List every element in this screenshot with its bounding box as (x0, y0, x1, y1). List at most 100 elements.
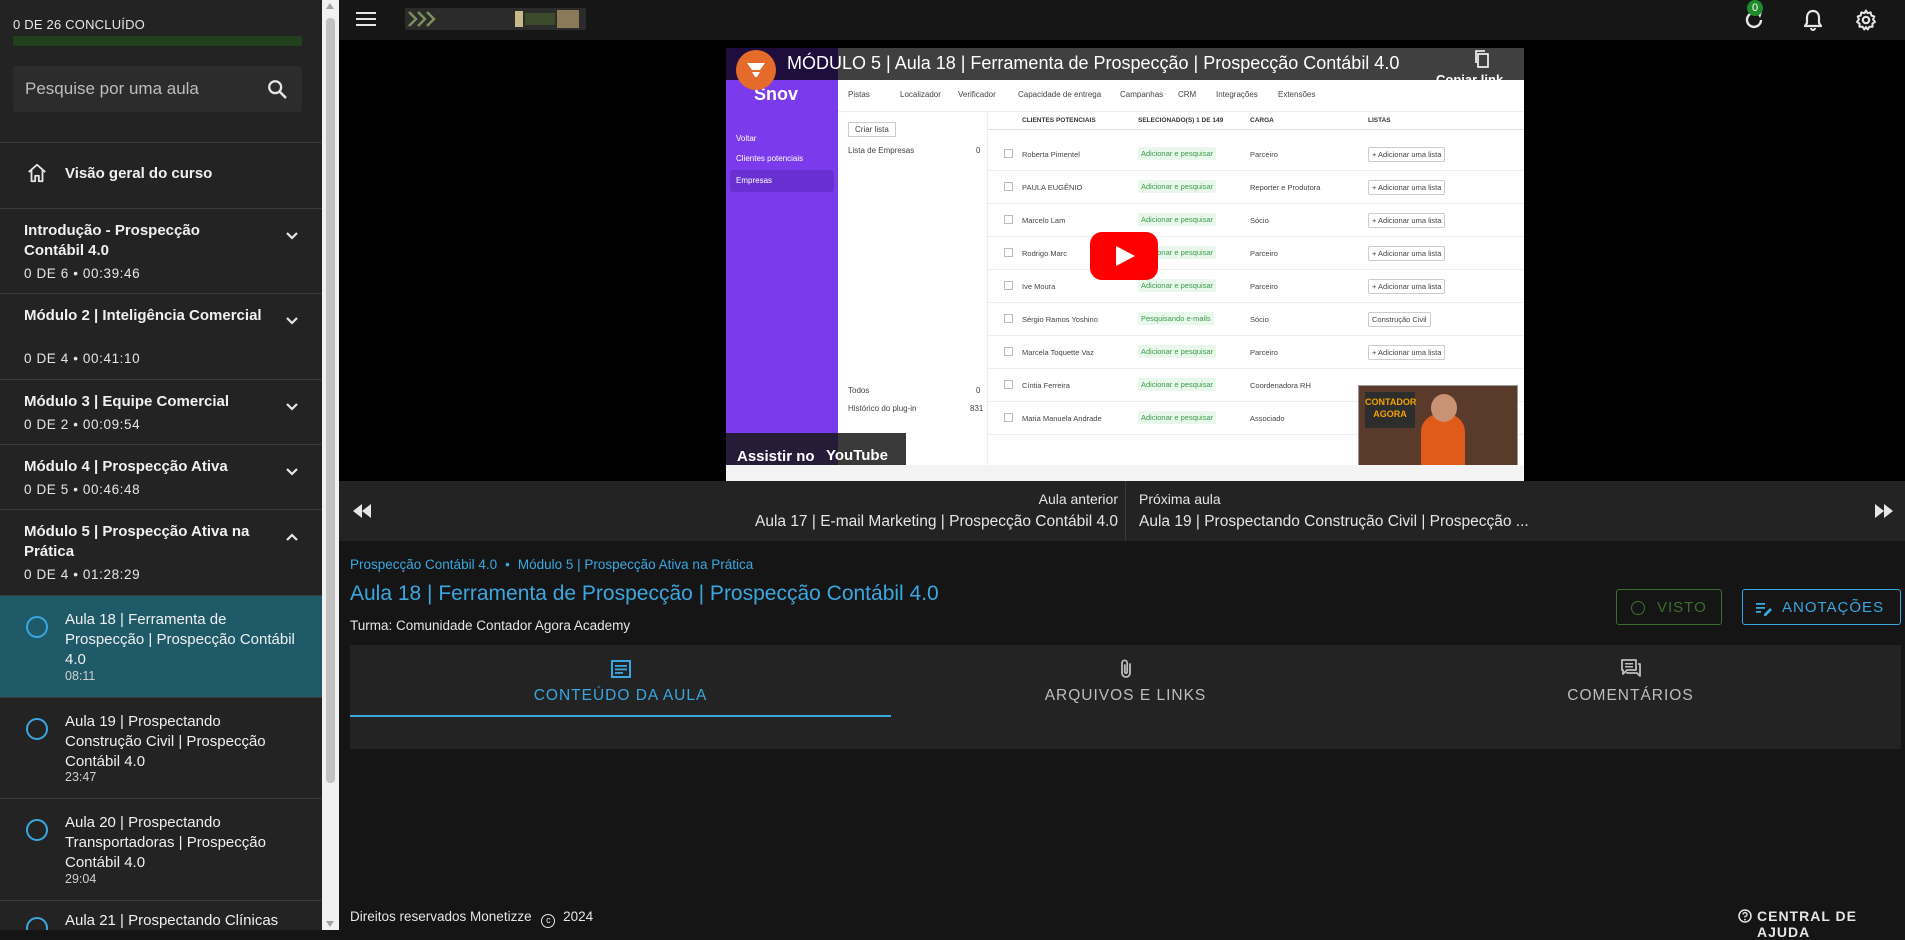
module-item[interactable]: Módulo 2 | Inteligência Comercial 0 DE 4… (0, 293, 322, 379)
lesson-item[interactable]: Aula 20 | Prospectando Transportadoras |… (0, 799, 322, 900)
video-title[interactable]: MÓDULO 5 | Aula 18 | Ferramenta de Prosp… (787, 53, 1399, 74)
video-nav-item: Integrações (1216, 90, 1258, 99)
previous-lesson-link[interactable]: Aula anterior Aula 17 | E-mail Marketing… (755, 491, 1118, 531)
brand-logo[interactable] (405, 8, 586, 30)
notes-label: ANOTAÇÕES (1782, 599, 1885, 616)
previous-title: Aula 17 | E-mail Marketing | Prospecção … (754, 513, 1118, 530)
video-nav-item: Localizador (900, 90, 941, 99)
module-title: Módulo 2 | Inteligência Comercial (24, 307, 262, 324)
module-meta: 0 DE 4 • 00:41:10 (24, 351, 141, 366)
video-table-row: Marcela Toquette Vaz Adicionar e pesquisa… (988, 336, 1524, 369)
gear-icon[interactable] (1854, 8, 1878, 32)
lesson-status-circle-icon[interactable] (26, 718, 48, 740)
video-row-role: Sócio (1250, 315, 1269, 324)
scroll-up-icon[interactable] (326, 3, 334, 9)
module-title: Introdução - Prospecção Contábil 4.0 (24, 222, 200, 259)
sidebar-scrollbar[interactable] (322, 0, 339, 930)
video-table-header: CLIENTES POTENCIAIS SELECIONADO(S) 1 DE … (988, 112, 1524, 130)
lesson-title: Aula 18 | Ferramenta de Prospecção | Pro… (65, 611, 295, 668)
help-icon[interactable] (1738, 909, 1752, 923)
menu-icon[interactable] (355, 10, 377, 28)
breadcrumb-course[interactable]: Prospecção Contábil 4.0 (350, 557, 497, 572)
video-row-checkbox (1004, 314, 1013, 323)
channel-avatar[interactable] (736, 50, 776, 90)
video-row-name: Marcelo Lam (1022, 216, 1066, 225)
video-row-status: Adicionar e pesquisar (1138, 213, 1217, 226)
copy-link-button[interactable]: Copiar link (1436, 72, 1503, 87)
lesson-search (13, 66, 302, 112)
chevron-down-icon[interactable] (284, 313, 300, 329)
chevron-down-icon[interactable] (284, 399, 300, 415)
video-row-list: + Adicionar uma lista (1368, 180, 1446, 195)
help-center-link[interactable]: CENTRAL DE AJUDA (1757, 908, 1905, 940)
video-row-checkbox (1004, 380, 1013, 389)
module-item[interactable]: Introdução - Prospecção Contábil 4.0 0 D… (0, 208, 322, 293)
video-side-item: Clientes potenciais (736, 154, 804, 163)
breadcrumb: Prospecção Contábil 4.0 • Módulo 5 | Prosp… (350, 557, 753, 572)
bell-icon[interactable] (1801, 8, 1825, 32)
video-row-checkbox (1004, 215, 1013, 224)
video-row-status: Adicionar e pesquisar (1138, 147, 1217, 160)
rewind-icon[interactable] (351, 502, 373, 520)
video-col-header: CLIENTES POTENCIAIS (1022, 117, 1096, 124)
module-meta: 0 DE 2 • 00:09:54 (24, 417, 141, 432)
module-item[interactable]: Módulo 5 | Prospecção Ativa na Prática 0… (0, 509, 322, 595)
next-caption: Próxima aula (1139, 491, 1221, 507)
lesson-status-circle-icon[interactable] (26, 917, 48, 930)
lesson-duration: 29:04 (65, 872, 97, 886)
video-row-status: Adicionar e pesquisar (1138, 180, 1217, 193)
tab-comments[interactable]: COMENTÁRIOS (1360, 645, 1901, 717)
next-lesson-link[interactable]: Próxima aula Aula 19 | Prospectando Cons… (1139, 491, 1529, 531)
mark-seen-button[interactable]: VISTO (1616, 589, 1722, 625)
video-row-status: Adicionar e pesquisar (1138, 279, 1217, 292)
copy-icon[interactable] (1474, 50, 1490, 68)
fast-forward-icon[interactable] (1873, 502, 1895, 520)
scrollbar-thumb[interactable] (326, 18, 335, 783)
scroll-down-icon[interactable] (326, 921, 334, 927)
tab-files-links[interactable]: ARQUIVOS E LINKS (855, 645, 1396, 717)
tab-label: COMENTÁRIOS (1567, 687, 1694, 704)
module-meta: 0 DE 5 • 00:46:48 (24, 482, 141, 497)
previous-caption: Aula anterior (1038, 491, 1118, 507)
notification-badge: 0 (1747, 0, 1763, 16)
lesson-status-circle-icon[interactable] (26, 616, 48, 638)
search-input[interactable] (25, 66, 255, 112)
notes-button[interactable]: ANOTAÇÕES (1742, 589, 1901, 625)
chevron-down-icon[interactable] (284, 228, 300, 244)
module-item[interactable]: Módulo 4 | Prospecção Ativa 0 DE 5 • 00:… (0, 444, 322, 509)
video-row-role: Associado (1250, 414, 1285, 423)
youtube-embed[interactable]: Snov Voltar Clientes potenciais Empresas… (726, 48, 1524, 481)
video-nav-item: Verificador (958, 90, 996, 99)
chevron-down-icon[interactable] (284, 464, 300, 480)
tab-lesson-content[interactable]: CONTEÚDO DA AULA (350, 645, 891, 717)
video-list-count: 0 (976, 146, 981, 155)
breadcrumb-module[interactable]: Módulo 5 | Prospecção Ativa na Prática (518, 557, 753, 572)
chevron-up-icon[interactable] (284, 529, 300, 545)
watch-on-label: Assistir no (737, 448, 815, 465)
lesson-item[interactable]: Aula 19 | Prospectando Construção Civil … (0, 698, 322, 798)
video-bottom-item: Todos (848, 386, 870, 395)
lesson-title: Aula 19 | Prospectando Construção Civil … (65, 713, 266, 770)
lesson-item[interactable]: Aula 21 | Prospectando Clínicas (0, 901, 322, 930)
play-button[interactable] (1090, 232, 1158, 280)
lesson-title: Aula 21 | Prospectando Clínicas (65, 912, 279, 929)
video-row-role: Coordenadora RH (1250, 381, 1311, 390)
video-row-list: Construção Civil (1368, 312, 1431, 327)
divider (1125, 481, 1126, 541)
progress-bar (13, 36, 302, 46)
search-icon[interactable] (266, 78, 288, 100)
app-root: 0 DE 26 CONCLUÍDO Visão geral do curso I… (0, 0, 1905, 940)
lesson-item[interactable]: Aula 18 | Ferramenta de Prospecção | Pro… (0, 596, 322, 697)
video-row-role: Parceiro (1250, 282, 1278, 291)
module-item[interactable]: Módulo 3 | Equipe Comercial 0 DE 2 • 00:… (0, 379, 322, 444)
lesson-status-circle-icon[interactable] (26, 819, 48, 841)
video-col-header: SELECIONADO(S) 1 DE 149 (1138, 117, 1224, 124)
video-col-header: CARGA (1250, 117, 1274, 124)
video-bottom-count: 0 (976, 386, 981, 395)
video-row-status: Pesquisando e-mails (1138, 312, 1214, 325)
video-row-list: + Adicionar uma lista (1368, 213, 1446, 228)
course-overview-link[interactable]: Visão geral do curso (0, 143, 322, 208)
footer-rights: Direitos reservados Monetizze (350, 909, 532, 924)
video-nav-item: Campanhas (1120, 90, 1164, 99)
video-nav-item: Extensões (1278, 90, 1316, 99)
